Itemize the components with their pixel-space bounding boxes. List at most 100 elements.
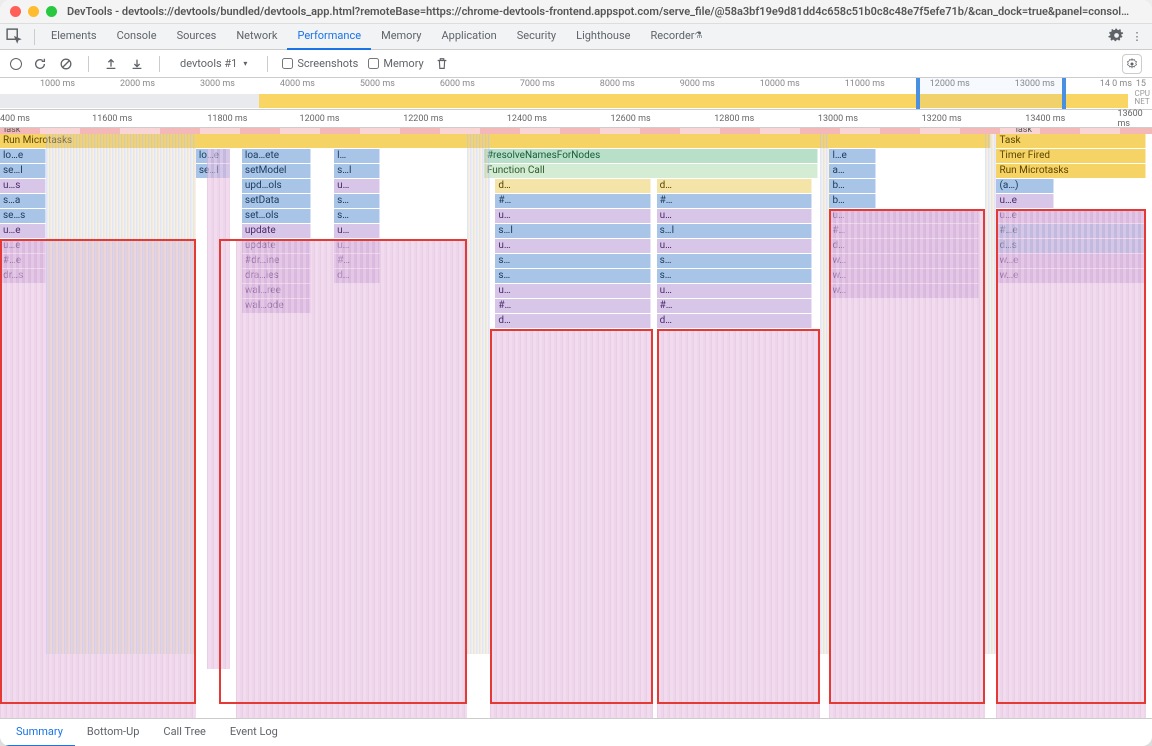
flame-bar[interactable]: update <box>242 224 311 238</box>
inspect-element-icon[interactable] <box>6 28 24 46</box>
flame-stack-fill <box>490 329 654 718</box>
panel-tab-performance[interactable]: Performance <box>287 24 371 50</box>
flame-bar[interactable]: a… <box>829 164 875 178</box>
dropdown-label: devtools #1 <box>180 57 237 70</box>
clear-button[interactable] <box>58 56 74 72</box>
flame-stack-fill <box>236 239 466 718</box>
flame-bar[interactable]: #… <box>657 299 813 313</box>
flame-bar[interactable]: Task <box>996 134 1146 148</box>
flame-bar[interactable]: se…s <box>0 209 46 223</box>
flame-bar[interactable]: s… <box>657 254 813 268</box>
record-button[interactable] <box>10 58 22 70</box>
perf-toolbar: devtools #1 ▾ Screenshots Memory <box>0 50 1152 78</box>
panel-tab-recorder[interactable]: Recorder ⚗ <box>640 24 712 50</box>
panel-tab-lighthouse[interactable]: Lighthouse <box>566 24 640 50</box>
flame-bar[interactable]: setData <box>242 194 311 208</box>
flame-bar[interactable]: u…e <box>0 224 46 238</box>
flame-bar[interactable]: u…s <box>0 179 46 193</box>
flame-bar[interactable]: #… <box>495 194 651 208</box>
chevron-down-icon: ▾ <box>243 59 247 68</box>
flame-bar[interactable]: d… <box>657 314 813 328</box>
flame-stack-fill <box>829 209 985 718</box>
flame-noise <box>46 134 196 654</box>
traffic-lights <box>10 6 57 17</box>
flame-bar[interactable]: u… <box>495 209 651 223</box>
capture-settings-button[interactable] <box>1122 54 1142 74</box>
capture-dropdown[interactable]: devtools #1 ▾ <box>174 55 253 72</box>
panel-tab-memory[interactable]: Memory <box>371 24 431 50</box>
flame-bar[interactable]: set…ols <box>242 209 311 223</box>
flame-bar[interactable]: #… <box>657 194 813 208</box>
minimize-button[interactable] <box>28 6 39 17</box>
flame-bar[interactable]: u…e <box>996 194 1054 208</box>
flame-bar[interactable]: s…a <box>0 194 46 208</box>
flame-bar[interactable]: u… <box>334 224 380 238</box>
flame-bar[interactable]: b… <box>829 194 875 208</box>
flame-bar[interactable]: s…I <box>657 224 813 238</box>
download-button[interactable] <box>129 56 145 72</box>
panel-tab-elements[interactable]: Elements <box>41 24 107 50</box>
trash-button[interactable] <box>434 56 450 72</box>
flame-bar[interactable]: lo…e <box>0 149 46 163</box>
panel-tab-application[interactable]: Application <box>431 24 506 50</box>
zoom-button[interactable] <box>46 6 57 17</box>
more-icon[interactable]: ⋮ <box>1128 28 1146 46</box>
flame-bar[interactable]: s… <box>334 209 380 223</box>
details-tabs: SummaryBottom-UpCall TreeEvent Log <box>0 718 1152 746</box>
flame-bar[interactable]: l…e <box>829 149 875 163</box>
flame-bar[interactable]: u… <box>334 179 380 193</box>
flame-bar[interactable]: d… <box>657 179 813 193</box>
details-tab-call-tree[interactable]: Call Tree <box>151 719 217 746</box>
panel-tab-security[interactable]: Security <box>507 24 566 50</box>
flame-bar[interactable]: s…I <box>495 224 651 238</box>
flame-bar[interactable]: loa…ete <box>242 149 311 163</box>
flame-bar[interactable]: s… <box>657 269 813 283</box>
flame-bar[interactable]: s…I <box>334 164 380 178</box>
flame-bar[interactable]: u… <box>495 284 651 298</box>
flame-bar[interactable]: Function Call <box>484 164 818 178</box>
details-tab-bottom-up[interactable]: Bottom-Up <box>75 719 152 746</box>
flame-bar[interactable]: u… <box>495 239 651 253</box>
panel-tab-network[interactable]: Network <box>226 24 287 50</box>
flame-bar[interactable]: Timer Fired <box>996 149 1146 163</box>
panel-tab-sources[interactable]: Sources <box>167 24 227 50</box>
flame-stack-fill <box>657 329 821 718</box>
flame-bar[interactable]: d… <box>495 314 651 328</box>
flame-bar[interactable]: se…I <box>0 164 46 178</box>
upload-button[interactable] <box>103 56 119 72</box>
flame-bar[interactable]: u… <box>657 209 813 223</box>
flame-stack-fill <box>207 149 230 669</box>
flame-noise <box>467 134 490 654</box>
flame-bar[interactable]: u… <box>657 239 813 253</box>
flame-bar[interactable]: #… <box>495 299 651 313</box>
flame-noise <box>820 134 829 654</box>
flame-bar[interactable]: b… <box>829 179 875 193</box>
flame-chart[interactable]: iask iask Run MicrotasksTasklo…elo…eloa…… <box>0 128 1152 718</box>
panel-tabs: ElementsConsoleSourcesNetworkPerformance… <box>0 24 1152 50</box>
flame-bar[interactable]: s… <box>495 269 651 283</box>
overview-selection[interactable] <box>916 78 1066 109</box>
close-button[interactable] <box>10 6 21 17</box>
flame-bar[interactable]: s… <box>334 194 380 208</box>
flame-bar[interactable]: Run Microtasks <box>996 164 1146 178</box>
details-tab-event-log[interactable]: Event Log <box>218 719 290 746</box>
flame-bar[interactable]: d… <box>495 179 651 193</box>
details-tab-summary[interactable]: Summary <box>4 719 75 746</box>
flame-bar[interactable]: #resolveNamesForNodes <box>484 149 818 163</box>
screenshots-checkbox[interactable]: Screenshots <box>282 57 358 70</box>
flame-bar[interactable]: (a…) <box>996 179 1054 193</box>
devtools-window: DevTools - devtools://devtools/bundled/d… <box>0 0 1152 746</box>
reload-button[interactable] <box>32 56 48 72</box>
flame-bar[interactable]: l… <box>334 149 380 163</box>
time-ruler[interactable]: 400 ms11600 ms11800 ms12000 ms12200 ms12… <box>0 110 1152 128</box>
flame-bar[interactable]: s… <box>495 254 651 268</box>
window-title: DevTools - devtools://devtools/bundled/d… <box>57 5 1142 18</box>
flame-bar[interactable]: u… <box>657 284 813 298</box>
panel-tab-console[interactable]: Console <box>107 24 167 50</box>
settings-icon[interactable] <box>1108 28 1126 46</box>
memory-checkbox[interactable]: Memory <box>368 57 423 70</box>
flame-bar[interactable]: upd…ols <box>242 179 311 193</box>
overview-timeline[interactable]: 1000 ms2000 ms3000 ms4000 ms5000 ms6000 … <box>0 78 1152 110</box>
flame-stack-fill <box>996 209 1146 718</box>
flame-bar[interactable]: setModel <box>242 164 311 178</box>
